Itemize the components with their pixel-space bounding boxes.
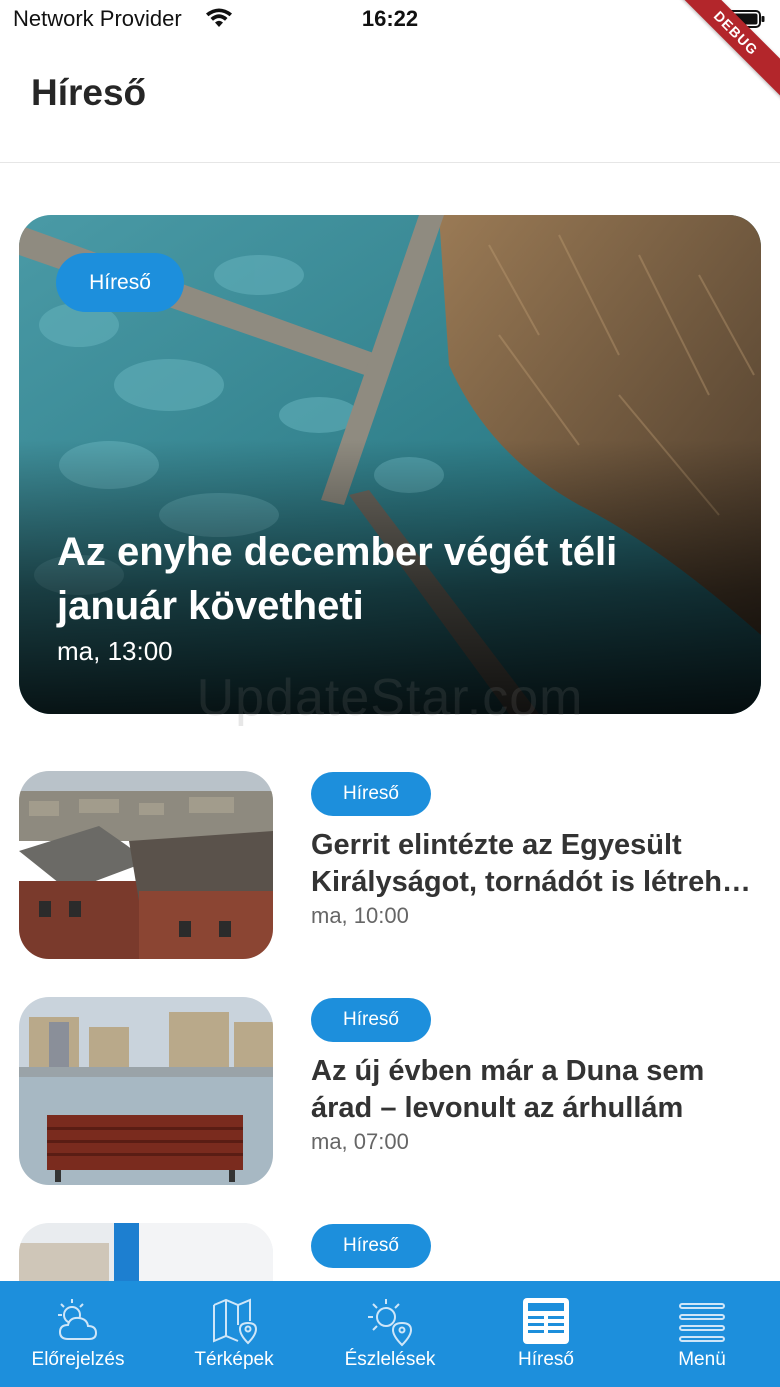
newspaper-icon <box>523 1298 569 1344</box>
article-time: ma, 10:00 <box>311 903 409 928</box>
menu-icon <box>679 1303 725 1342</box>
article-thumbnail <box>19 771 273 959</box>
hero-title: Az enyhe december végét téli január köve… <box>57 530 618 628</box>
nav-label: Észlelések <box>344 1349 436 1370</box>
article-title: Az új évben már a Duna sem árad – levonu… <box>311 1053 756 1127</box>
article-time: ma, 07:00 <box>311 1129 409 1154</box>
bottom-navigation: Előrejelzés Térképek Észlelések Híreső M… <box>0 1281 780 1387</box>
nav-item-menu[interactable]: Menü <box>624 1281 780 1387</box>
clock: 16:22 <box>361 6 419 31</box>
article-title: Gerrit elintézte az Egyesült Királyságot… <box>311 827 756 901</box>
nav-item-forecast[interactable]: Előrejelzés <box>0 1281 156 1387</box>
nav-item-observations[interactable]: Észlelések <box>312 1281 468 1387</box>
cloud-sun-icon <box>58 1299 98 1340</box>
nav-item-news[interactable]: Híreső <box>468 1281 624 1387</box>
watermark: UpdateStar.com <box>196 669 584 727</box>
hero-time: ma, 13:00 <box>57 636 173 666</box>
nav-label: Híreső <box>518 1349 574 1370</box>
sun-pin-icon <box>368 1299 413 1347</box>
article-list-item[interactable]: Híreső Gerrit elintézte az Egyesült Kirá… <box>19 771 761 959</box>
map-pin-icon <box>213 1298 258 1345</box>
article-category-chip[interactable]: Híreső <box>311 1224 431 1268</box>
page-title: Híreső <box>31 72 147 113</box>
article-list-item[interactable]: Híreső Az új évben már a Duna sem árad –… <box>19 997 761 1185</box>
article-category-chip[interactable]: Híreső <box>311 998 431 1042</box>
nav-item-maps[interactable]: Térképek <box>156 1281 312 1387</box>
article-title-line: Az új évben már a Duna sem <box>311 1055 705 1087</box>
featured-article-card[interactable]: Híreső Az enyhe december végét téli janu… <box>19 215 761 714</box>
nav-label: Térképek <box>194 1349 274 1370</box>
article-thumbnail <box>19 997 273 1185</box>
app-header: Híreső <box>0 40 780 163</box>
status-bar: Network Provider 16:22 <box>0 0 780 40</box>
article-title-line: árad – levonult az árhullám <box>311 1092 684 1124</box>
article-category-chip[interactable]: Híreső <box>311 772 431 816</box>
hero-category-chip[interactable]: Híreső <box>56 253 184 312</box>
nav-label: Menü <box>678 1349 726 1370</box>
nav-label: Előrejelzés <box>31 1349 125 1370</box>
article-title-line: Gerrit elintézte az Egyesült <box>311 829 682 861</box>
news-screen: Network Provider 16:22 DEBUG Híreső Híre… <box>0 0 780 1387</box>
article-title-line: Királyságot, tornádót is létrehozott <box>311 866 756 898</box>
